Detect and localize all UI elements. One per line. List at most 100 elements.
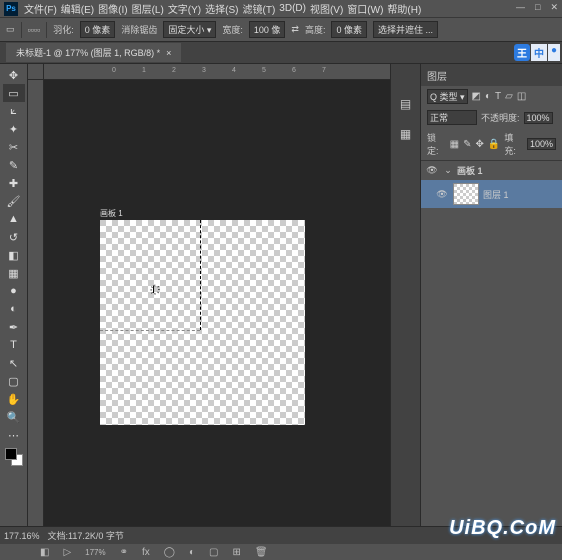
magic-wand-tool[interactable]: ✦ (3, 120, 25, 138)
canvas-area[interactable]: 0 1 2 3 4 5 6 7 画板 1 I҉ (28, 64, 390, 544)
menu-select[interactable]: 选择(S) (205, 1, 238, 16)
blur-tool[interactable]: ● (3, 282, 25, 300)
crop-tool[interactable]: ✂ (3, 138, 25, 156)
move-tool[interactable]: ✥ (3, 66, 25, 84)
dodge-tool[interactable]: ◐ (3, 300, 25, 318)
lock-all-icon[interactable]: 🔒 (488, 139, 500, 150)
tools-panel: ✥ ▭ ⟀ ✦ ✂ ✎ ✚ 🖌 ▲ ↺ ◧ ▦ ● ◐ ✒ T ↖ ▢ ✋ 🔍 … (0, 64, 28, 544)
marquee-tool-icon[interactable]: ▭ (6, 24, 15, 35)
layer-name[interactable]: 图层 1 (483, 188, 509, 201)
healing-tool[interactable]: ✚ (3, 174, 25, 192)
eyedropper-tool[interactable]: ✎ (3, 156, 25, 174)
filter-image-icon[interactable]: ◩ (472, 91, 481, 102)
hand-tool[interactable]: ✋ (3, 390, 25, 408)
swap-icon[interactable]: ⇄ (291, 24, 299, 35)
marquee-tool[interactable]: ▭ (3, 84, 25, 102)
menu-file[interactable]: 文件(F) (24, 1, 57, 16)
layer-filter-select[interactable]: Q 类型 ▾ (427, 89, 468, 104)
feather-label: 羽化: (53, 23, 74, 36)
lock-label: 锁定: (427, 131, 446, 157)
new-layer-icon[interactable]: ⊞ (233, 547, 241, 558)
document-tabbar: 未标题-1 @ 177% (图层 1, RGB/8) * × (0, 42, 562, 64)
height-input[interactable]: 0 像素 (331, 21, 367, 38)
brush-tool[interactable]: 🖌 (3, 192, 25, 210)
fill-input[interactable]: 100% (527, 138, 556, 150)
link-icon[interactable]: ⚭ (120, 547, 128, 558)
ruler-horizontal[interactable]: 0 1 2 3 4 5 6 7 (44, 64, 390, 80)
layer-thumbnail[interactable] (453, 183, 479, 205)
foreground-color[interactable] (5, 448, 17, 460)
ime-indicator[interactable]: 王 中 ● (514, 44, 560, 61)
marquee-selection-h (100, 330, 200, 331)
marquee-selection (200, 220, 201, 330)
visibility-icon[interactable]: 👁 (435, 189, 449, 200)
play-icon[interactable]: ▷ (63, 547, 71, 558)
menu-help[interactable]: 帮助(H) (387, 1, 421, 16)
menu-edit[interactable]: 编辑(E) (61, 1, 94, 16)
delete-icon[interactable]: 🗑 (255, 547, 268, 558)
document-tab-title: 未标题-1 @ 177% (图层 1, RGB/8) * (16, 46, 160, 59)
edit-toolbar[interactable]: ⋯ (3, 426, 25, 444)
menu-window[interactable]: 窗口(W) (347, 1, 383, 16)
shape-tool[interactable]: ▢ (3, 372, 25, 390)
history-panel-icon[interactable]: ▤ (396, 94, 416, 114)
select-mask-button[interactable]: 选择并遮住 ... (373, 21, 438, 38)
window-close[interactable]: ✕ (550, 2, 558, 13)
stamp-tool[interactable]: ▲ (3, 210, 25, 228)
window-maximize[interactable]: □ (535, 2, 540, 13)
filter-adjust-icon[interactable]: ◐ (485, 91, 491, 102)
menu-bar: Ps 文件(F) 编辑(E) 图像(I) 图层(L) 文字(Y) 选择(S) 滤… (0, 0, 562, 18)
menu-image[interactable]: 图像(I) (98, 1, 127, 16)
menu-filter[interactable]: 滤镜(T) (243, 1, 276, 16)
lock-pixels-icon[interactable]: ✎ (463, 139, 471, 150)
close-icon[interactable]: × (166, 48, 171, 58)
adjustment-icon[interactable]: ◐ (189, 547, 195, 558)
timeline-icon[interactable]: ◧ (40, 547, 49, 558)
artboard[interactable]: I҉ (100, 220, 305, 425)
type-tool[interactable]: T (3, 336, 25, 354)
eraser-tool[interactable]: ◧ (3, 246, 25, 264)
zoom-tool[interactable]: 🔍 (3, 408, 25, 426)
layer-artboard[interactable]: 👁 ⌄ 画板 1 (421, 161, 562, 180)
filter-smart-icon[interactable]: ◫ (517, 91, 526, 102)
layers-tab[interactable]: 图层 (427, 68, 447, 83)
path-tool[interactable]: ↖ (3, 354, 25, 372)
bottom-bar: ◧ ▷ 177% ⚭ fx ◯ ◐ ▢ ⊞ 🗑 (0, 544, 562, 560)
zoom-readout[interactable]: 177.16% (4, 531, 40, 541)
menu-view[interactable]: 视图(V) (310, 1, 343, 16)
fill-label: 填充: (504, 131, 523, 157)
gradient-tool[interactable]: ▦ (3, 264, 25, 282)
menu-3d[interactable]: 3D(D) (279, 3, 306, 14)
visibility-icon[interactable]: 👁 (425, 165, 439, 176)
collapsed-panel-dock: ▤ ▦ (390, 64, 420, 544)
ruler-vertical[interactable] (28, 80, 44, 544)
layer-name[interactable]: 画板 1 (457, 164, 483, 177)
document-tab[interactable]: 未标题-1 @ 177% (图层 1, RGB/8) * × (6, 43, 181, 62)
group-icon[interactable]: ▢ (209, 547, 218, 558)
swatches-panel-icon[interactable]: ▦ (396, 124, 416, 144)
filter-shape-icon[interactable]: ▱ (505, 91, 513, 102)
opacity-label: 不透明度: (481, 111, 520, 124)
filter-type-icon[interactable]: T (495, 91, 501, 102)
lasso-tool[interactable]: ⟀ (3, 102, 25, 120)
pen-tool[interactable]: ✒ (3, 318, 25, 336)
history-brush-tool[interactable]: ↺ (3, 228, 25, 246)
window-minimize[interactable]: — (516, 2, 525, 13)
color-swatch[interactable] (5, 448, 23, 466)
style-select[interactable]: 固定大小 ▾ (163, 21, 216, 38)
expand-icon[interactable]: ⌄ (443, 165, 453, 176)
width-input[interactable]: 100 像 (249, 21, 286, 38)
opacity-input[interactable]: 100% (524, 112, 553, 124)
doc-info[interactable]: 文档:117.2K/0 字节 (48, 529, 124, 542)
layer-item[interactable]: 👁 图层 1 (421, 180, 562, 208)
menu-layer[interactable]: 图层(L) (132, 1, 164, 16)
antialias-checkbox[interactable]: 消除锯齿 (121, 23, 157, 36)
blend-mode-select[interactable]: 正常 (427, 110, 477, 125)
menu-type[interactable]: 文字(Y) (168, 1, 201, 16)
mask-icon[interactable]: ◯ (164, 547, 175, 558)
fx-icon[interactable]: fx (142, 547, 150, 558)
feather-input[interactable]: 0 像素 (80, 21, 116, 38)
artboard-label[interactable]: 画板 1 (100, 208, 123, 219)
lock-position-icon[interactable]: ✥ (475, 139, 483, 150)
lock-transparent-icon[interactable]: ▦ (450, 139, 459, 150)
